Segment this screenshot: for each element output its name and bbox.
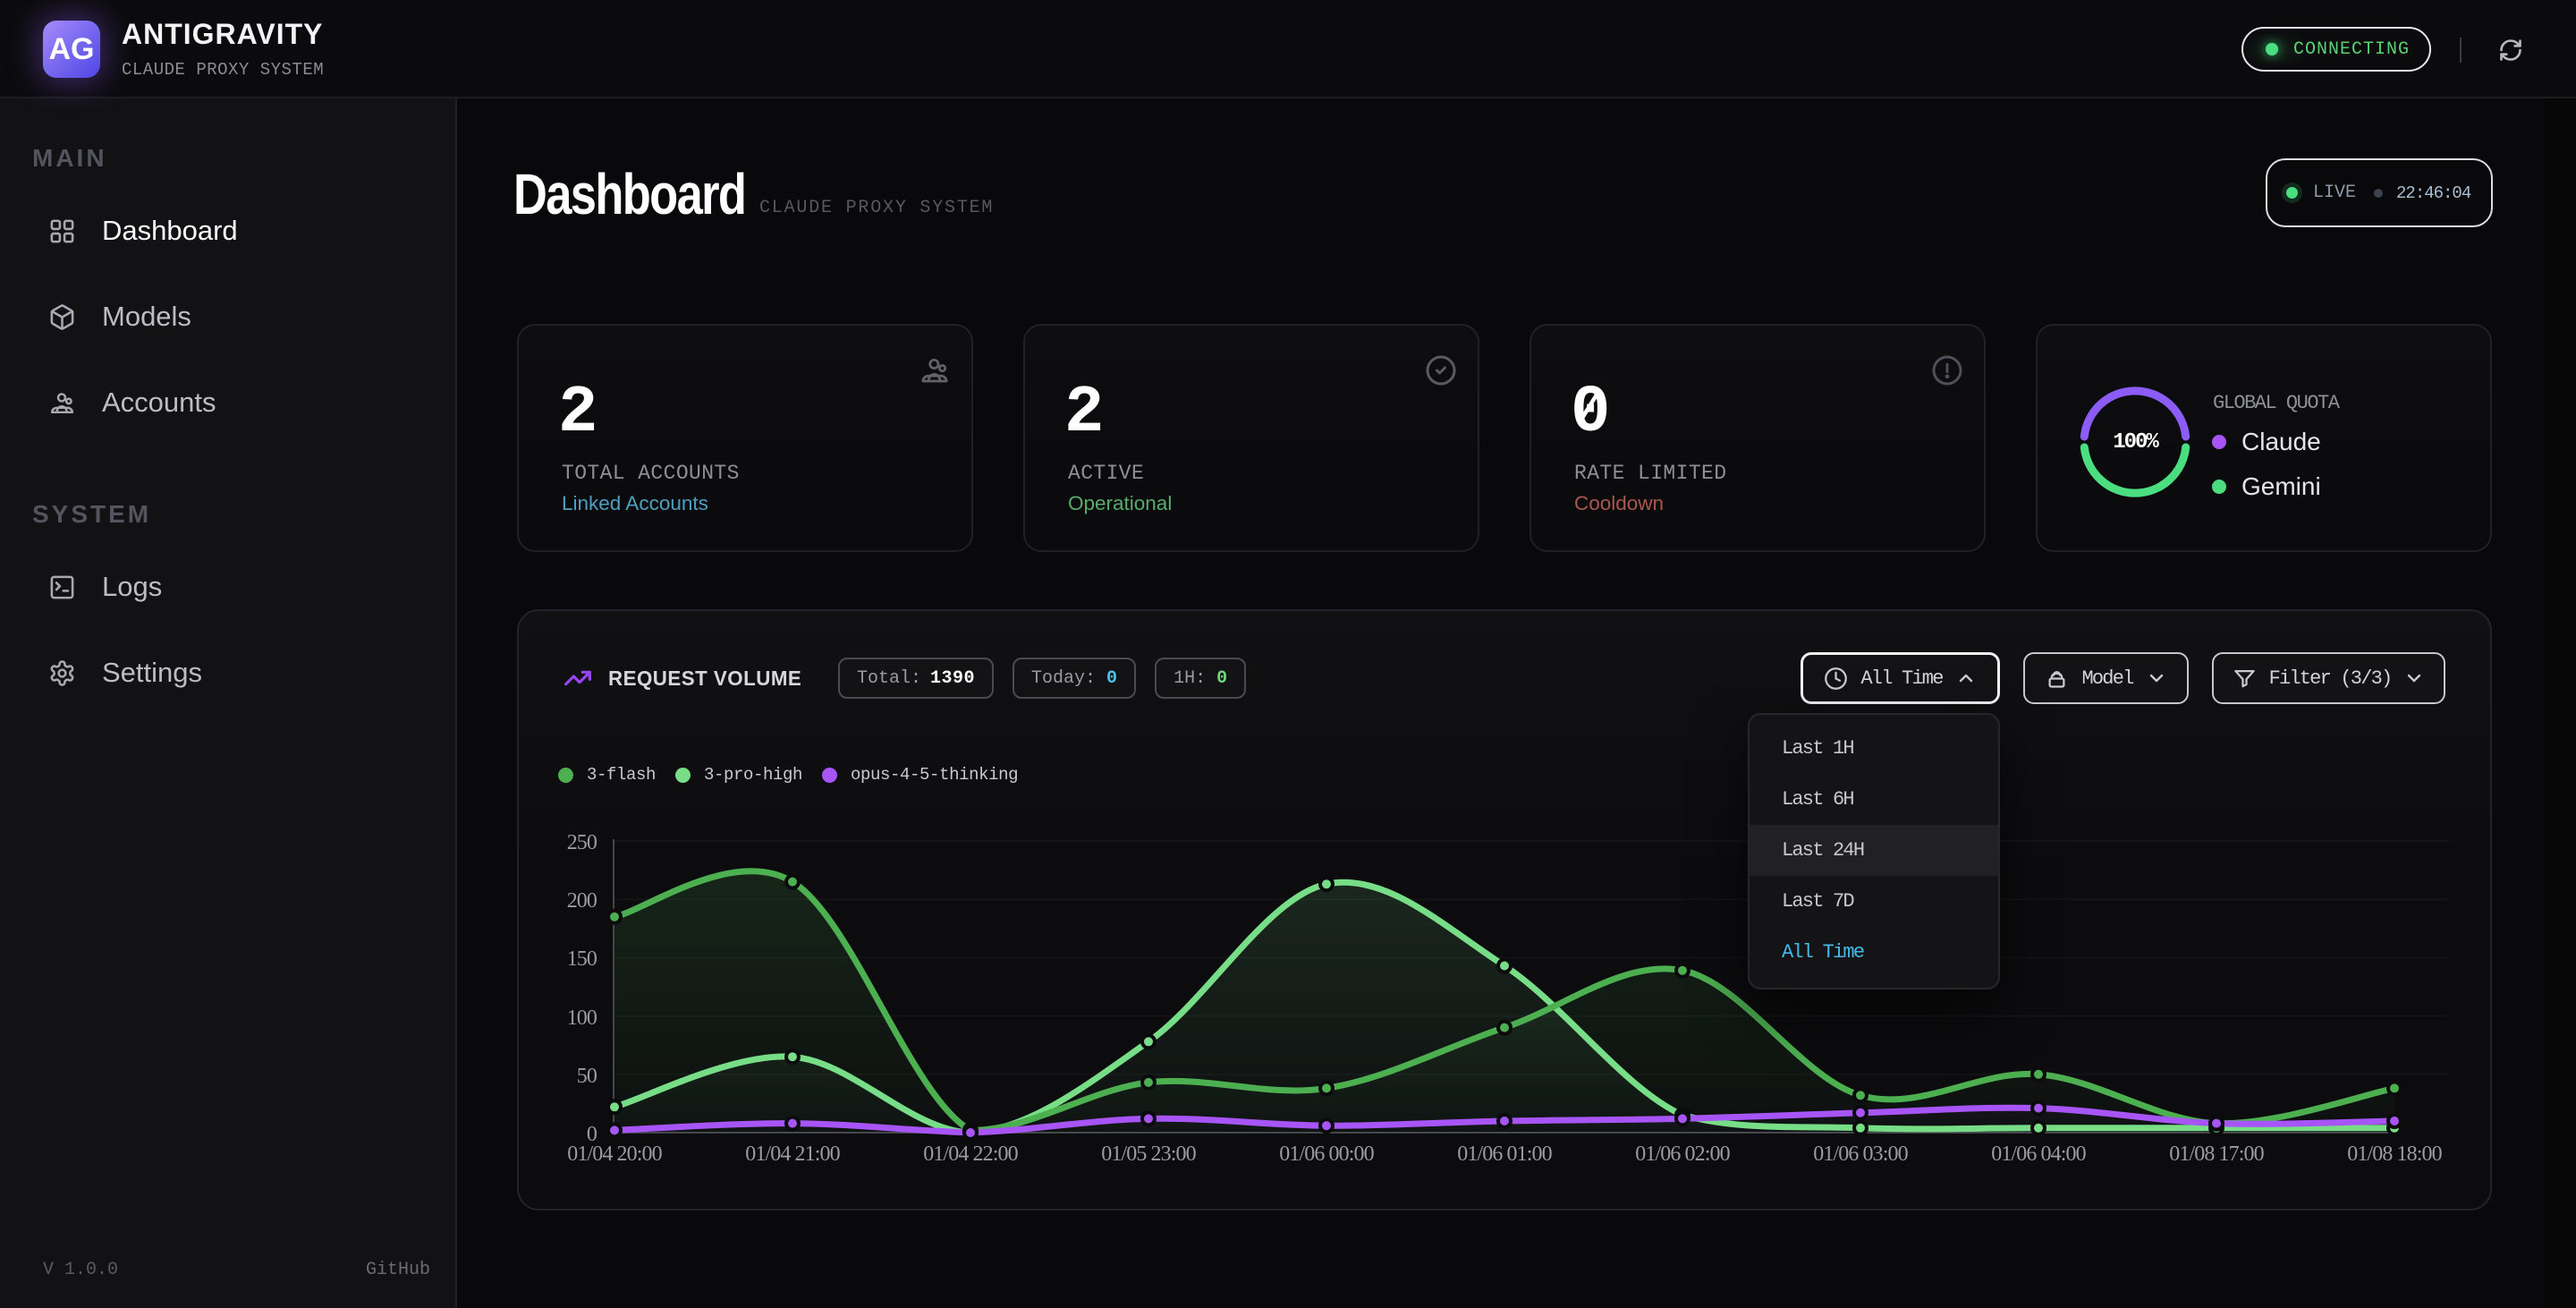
- svg-text:200: 200: [567, 889, 597, 913]
- svg-text:01/04 21:00: 01/04 21:00: [745, 1142, 840, 1166]
- svg-text:100: 100: [567, 1006, 597, 1030]
- svg-text:250: 250: [567, 831, 597, 854]
- svg-text:01/06 04:00: 01/06 04:00: [1991, 1142, 2086, 1166]
- svg-text:01/08 17:00: 01/08 17:00: [2169, 1142, 2264, 1166]
- svg-text:01/06 03:00: 01/06 03:00: [1813, 1142, 1908, 1166]
- svg-text:150: 150: [567, 947, 597, 971]
- svg-text:01/06 00:00: 01/06 00:00: [1279, 1142, 1374, 1166]
- svg-text:01/04 20:00: 01/04 20:00: [567, 1142, 662, 1166]
- svg-text:01/05 23:00: 01/05 23:00: [1101, 1142, 1196, 1166]
- svg-text:01/06 02:00: 01/06 02:00: [1635, 1142, 1730, 1166]
- svg-text:50: 50: [577, 1065, 597, 1088]
- svg-text:01/04 22:00: 01/04 22:00: [923, 1142, 1018, 1166]
- svg-text:01/08 18:00: 01/08 18:00: [2347, 1142, 2442, 1166]
- svg-text:01/06 01:00: 01/06 01:00: [1457, 1142, 1552, 1166]
